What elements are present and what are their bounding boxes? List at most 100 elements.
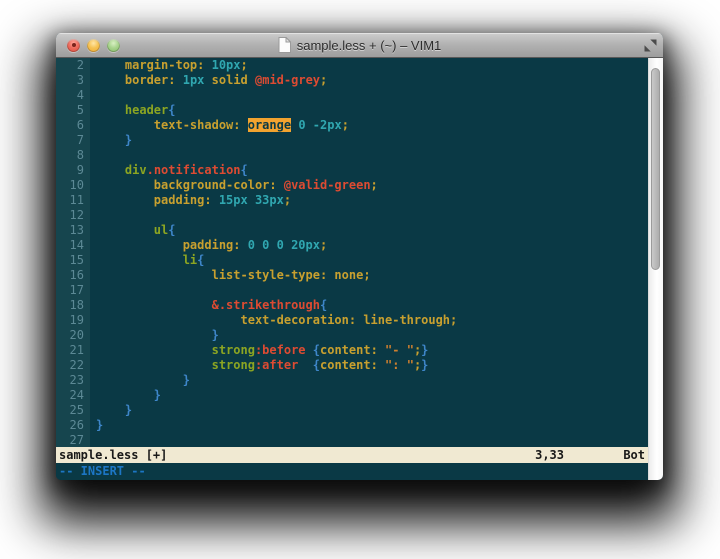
code-text: } [90, 373, 190, 388]
code-text: text-shadow: orange 0 -2px; [90, 118, 349, 133]
code-line[interactable]: 9 div.notification{ [56, 163, 648, 178]
line-number: 22 [56, 358, 90, 373]
vim-window: sample.less + (~) – VIM1 2 margin-top: 1… [56, 33, 663, 480]
code-text [90, 148, 96, 163]
title-group: sample.less + (~) – VIM1 [278, 37, 442, 53]
line-number: 6 [56, 118, 90, 133]
code-line[interactable]: 23 } [56, 373, 648, 388]
code-text [90, 433, 96, 447]
desktop-background: sample.less + (~) – VIM1 2 margin-top: 1… [0, 0, 720, 559]
code-text: div.notification{ [90, 163, 248, 178]
window-title: sample.less + (~) – VIM1 [297, 38, 442, 53]
code-text: border: 1px solid @mid-grey; [90, 73, 327, 88]
code-line[interactable]: 5 header{ [56, 103, 648, 118]
code-line[interactable]: 18 &.strikethrough{ [56, 298, 648, 313]
code-line[interactable]: 17 [56, 283, 648, 298]
code-text: margin-top: 10px; [90, 58, 248, 73]
code-line[interactable]: 13 ul{ [56, 223, 648, 238]
code-text: } [90, 328, 219, 343]
code-text [90, 208, 96, 223]
line-number: 19 [56, 313, 90, 328]
line-number: 4 [56, 88, 90, 103]
line-number: 24 [56, 388, 90, 403]
statusline-filename: sample.less [+] [59, 448, 167, 462]
document-icon [278, 37, 291, 53]
code-line[interactable]: 12 [56, 208, 648, 223]
code-area[interactable]: 2 margin-top: 10px;3 border: 1px solid @… [56, 58, 648, 447]
line-number: 13 [56, 223, 90, 238]
modified-indicator-icon [72, 43, 76, 47]
scrollbar-thumb[interactable] [651, 68, 660, 270]
vim-modeline: -- INSERT -- [56, 463, 648, 480]
line-number: 5 [56, 103, 90, 118]
line-number: 3 [56, 73, 90, 88]
code-line[interactable]: 15 li{ [56, 253, 648, 268]
code-lines: 2 margin-top: 10px;3 border: 1px solid @… [56, 58, 648, 447]
line-number: 21 [56, 343, 90, 358]
line-number: 10 [56, 178, 90, 193]
line-number: 9 [56, 163, 90, 178]
code-text: &.strikethrough{ [90, 298, 327, 313]
code-line[interactable]: 3 border: 1px solid @mid-grey; [56, 73, 648, 88]
line-number: 27 [56, 433, 90, 447]
line-number: 26 [56, 418, 90, 433]
close-button[interactable] [67, 39, 80, 52]
statusline-scroll-position: Bot [623, 447, 645, 463]
code-line[interactable]: 10 background-color: @valid-green; [56, 178, 648, 193]
code-text: text-decoration: line-through; [90, 313, 457, 328]
fullscreen-button[interactable] [643, 38, 657, 52]
code-line[interactable]: 27 [56, 433, 648, 447]
code-line[interactable]: 7 } [56, 133, 648, 148]
code-line[interactable]: 2 margin-top: 10px; [56, 58, 648, 73]
insert-mode-indicator: -- INSERT -- [59, 464, 146, 478]
line-number: 15 [56, 253, 90, 268]
statusline-ruler: 3,33 [535, 447, 564, 463]
scrollbar-track[interactable] [648, 58, 663, 480]
code-text: padding: 0 0 0 20px; [90, 238, 327, 253]
code-line[interactable]: 24 } [56, 388, 648, 403]
code-line[interactable]: 11 padding: 15px 33px; [56, 193, 648, 208]
code-text [90, 88, 96, 103]
code-text: } [90, 388, 161, 403]
line-number: 20 [56, 328, 90, 343]
line-number: 25 [56, 403, 90, 418]
code-text: list-style-type: none; [90, 268, 371, 283]
code-line[interactable]: 25 } [56, 403, 648, 418]
fullscreen-arrows-icon [644, 39, 657, 52]
code-line[interactable]: 21 strong:before {content: "- ";} [56, 343, 648, 358]
code-text: } [90, 133, 132, 148]
editor-column: 2 margin-top: 10px;3 border: 1px solid @… [56, 58, 648, 480]
vim-statusline: sample.less [+] 3,33 Bot [56, 447, 648, 463]
line-number: 7 [56, 133, 90, 148]
code-line[interactable]: 19 text-decoration: line-through; [56, 313, 648, 328]
line-number: 16 [56, 268, 90, 283]
window-titlebar[interactable]: sample.less + (~) – VIM1 [56, 33, 663, 58]
code-line[interactable]: 26} [56, 418, 648, 433]
code-text: } [90, 403, 132, 418]
line-number: 14 [56, 238, 90, 253]
window-body: 2 margin-top: 10px;3 border: 1px solid @… [56, 58, 663, 480]
line-number: 23 [56, 373, 90, 388]
code-line[interactable]: 16 list-style-type: none; [56, 268, 648, 283]
line-number: 12 [56, 208, 90, 223]
code-text [90, 283, 96, 298]
code-line[interactable]: 6 text-shadow: orange 0 -2px; [56, 118, 648, 133]
line-number: 8 [56, 148, 90, 163]
code-text: background-color: @valid-green; [90, 178, 378, 193]
code-text: header{ [90, 103, 176, 118]
code-line[interactable]: 8 [56, 148, 648, 163]
code-line[interactable]: 20 } [56, 328, 648, 343]
code-line[interactable]: 22 strong:after {content: ": ";} [56, 358, 648, 373]
zoom-button[interactable] [107, 39, 120, 52]
line-number: 18 [56, 298, 90, 313]
traffic-lights [67, 33, 120, 57]
minimize-button[interactable] [87, 39, 100, 52]
code-text: li{ [90, 253, 204, 268]
line-number: 11 [56, 193, 90, 208]
line-number: 17 [56, 283, 90, 298]
code-text: } [90, 418, 103, 433]
code-line[interactable]: 14 padding: 0 0 0 20px; [56, 238, 648, 253]
code-text: padding: 15px 33px; [90, 193, 291, 208]
code-text: ul{ [90, 223, 175, 238]
code-line[interactable]: 4 [56, 88, 648, 103]
